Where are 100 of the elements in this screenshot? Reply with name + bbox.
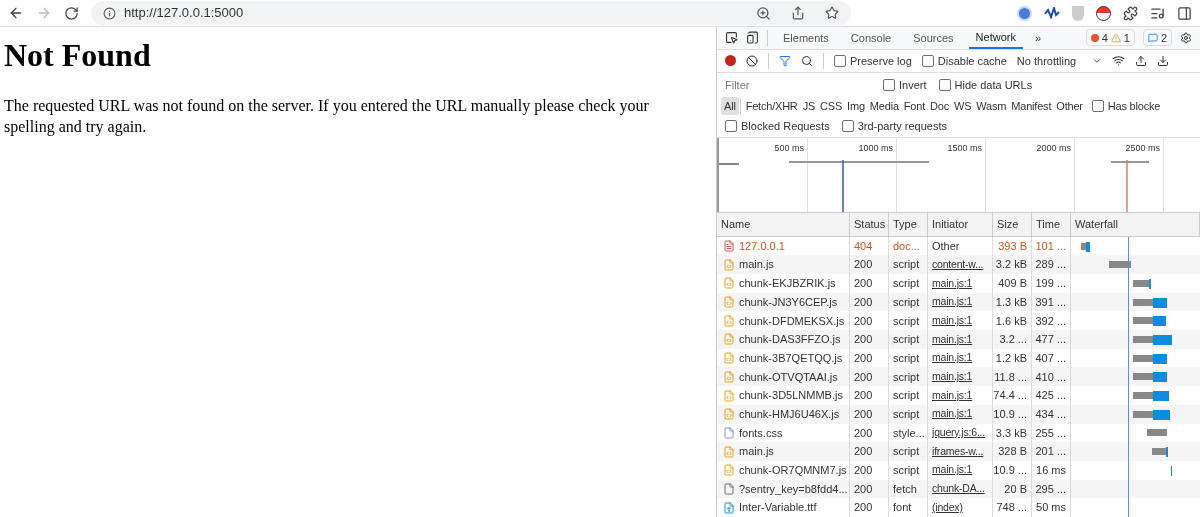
- devtools-tab[interactable]: Sources: [906, 27, 961, 49]
- type-filter[interactable]: Doc: [930, 97, 949, 115]
- message-count: 2: [1160, 30, 1167, 46]
- request-name[interactable]: main.js: [739, 443, 774, 460]
- upload-icon[interactable]: [1135, 54, 1148, 67]
- side-panel-icon[interactable]: [1177, 5, 1192, 21]
- column-header[interactable]: Initiator: [928, 212, 993, 236]
- initiator-link[interactable]: iframes-w...: [932, 443, 984, 460]
- bookmark-star-icon[interactable]: [825, 6, 839, 20]
- type-filter[interactable]: Other: [1056, 97, 1083, 115]
- initiator-link[interactable]: content-w...: [932, 256, 984, 273]
- checkbox[interactable]: [1091, 99, 1104, 112]
- initiator-link[interactable]: main.js:1: [932, 312, 973, 329]
- filter-icon[interactable]: [779, 54, 791, 67]
- checkbox[interactable]: [921, 54, 934, 67]
- initiator-link[interactable]: (index): [932, 499, 963, 516]
- extensions-icon[interactable]: [1123, 5, 1138, 21]
- checkbox[interactable]: [725, 120, 737, 133]
- checkbox[interactable]: [834, 54, 846, 67]
- inspect-icon[interactable]: [725, 31, 738, 45]
- download-icon[interactable]: [1157, 54, 1170, 67]
- initiator-link[interactable]: main.js:1: [932, 387, 973, 404]
- issues-counter[interactable]: 4 1: [1085, 29, 1135, 47]
- request-name[interactable]: chunk-OTVQTAAI.js: [739, 368, 838, 386]
- column-header[interactable]: Size: [993, 212, 1032, 236]
- type-filter[interactable]: CSS: [820, 97, 843, 115]
- page-message: The requested URL was not found on the server. If you entered the URL manually please check your spelling and try again.: [4, 96, 650, 137]
- request-name[interactable]: chunk-OR7QMNM7.js: [739, 462, 847, 479]
- clear-icon[interactable]: [746, 54, 758, 67]
- type-filter[interactable]: Font: [903, 97, 926, 115]
- more-tabs-button[interactable]: »: [1030, 29, 1046, 46]
- column-header[interactable]: Waterfall: [1071, 212, 1200, 236]
- column-header[interactable]: Type: [889, 212, 928, 236]
- address-bar[interactable]: http://127.0.0.1:5000: [91, 1, 851, 25]
- request-name[interactable]: chunk-3B7QETQQ.js: [739, 349, 843, 367]
- initiator-link[interactable]: jquery.js:6...: [932, 425, 986, 441]
- request-name[interactable]: main.js: [739, 256, 774, 273]
- request-name[interactable]: chunk-HMJ6U46X.js: [739, 405, 840, 423]
- status-cell: 200: [850, 330, 889, 349]
- initiator-link[interactable]: main.js:1: [932, 331, 973, 348]
- type-filter[interactable]: Manifest: [1011, 97, 1052, 115]
- initiator-link[interactable]: main.js:1: [932, 368, 973, 385]
- request-name[interactable]: ?sentry_key=b8fdd4...: [739, 480, 848, 498]
- settings-icon[interactable]: [1180, 31, 1192, 44]
- request-name[interactable]: chunk-JN3Y6CEP.js: [739, 293, 838, 311]
- status-cell: 200: [850, 460, 889, 480]
- initiator-link[interactable]: main.js:1: [932, 275, 973, 292]
- share-icon[interactable]: [791, 6, 805, 20]
- checkbox[interactable]: [841, 120, 854, 133]
- type-filter[interactable]: JS: [802, 97, 816, 115]
- type-filter[interactable]: WS: [954, 97, 972, 115]
- initiator-link[interactable]: main.js:1: [932, 462, 973, 479]
- wave-icon[interactable]: [1044, 7, 1060, 19]
- throttling-select[interactable]: No throttling: [1016, 52, 1103, 70]
- initiator-link[interactable]: main.js:1: [932, 406, 973, 423]
- back-icon[interactable]: [8, 5, 24, 21]
- request-name[interactable]: fonts.css: [739, 424, 783, 442]
- type-filter[interactable]: Fetch/XHR: [745, 97, 798, 115]
- request-name[interactable]: chunk-3D5LNMMB.js: [739, 387, 843, 404]
- time-cell: 425 ...: [1032, 386, 1071, 405]
- zoom-icon[interactable]: [756, 5, 771, 21]
- checkbox[interactable]: [883, 79, 895, 92]
- time-cell: 201 ...: [1032, 442, 1071, 461]
- column-header[interactable]: Name: [717, 212, 850, 236]
- request-name[interactable]: chunk-EKJBZRIK.js: [739, 275, 836, 292]
- initiator-link[interactable]: chunk-DA...: [932, 481, 985, 497]
- time-cell: 50 ms: [1032, 498, 1071, 517]
- url-text: http://127.0.0.1:5000: [124, 4, 244, 23]
- extension-icon[interactable]: [1017, 5, 1032, 21]
- request-name[interactable]: chunk-DAS3FFZO.js: [739, 331, 841, 348]
- messages-counter[interactable]: 2: [1142, 29, 1172, 47]
- request-row[interactable]: chunk-OTVQTAAI.js 200 script main.js:1 11.8 ... 410 ...: [717, 367, 1200, 387]
- request-row[interactable]: main.js 200 script iframes-w... 328 B 201 ...: [717, 442, 1200, 461]
- time-cell: 199 ...: [1032, 274, 1071, 293]
- request-name[interactable]: 127.0.0.1: [739, 237, 785, 255]
- column-header[interactable]: Status: [850, 212, 889, 236]
- device-toolbar-icon[interactable]: [746, 31, 759, 45]
- initiator-link[interactable]: main.js:1: [932, 350, 973, 366]
- search-icon[interactable]: [801, 54, 813, 67]
- network-conditions-icon[interactable]: [1112, 54, 1126, 68]
- request-row[interactable]: main.js 200 script content-w... 3.2 kB 289 ...: [717, 255, 1200, 275]
- reload-icon[interactable]: [64, 5, 79, 21]
- request-name[interactable]: chunk-DFDMEKSX.js: [739, 312, 845, 329]
- column-header[interactable]: Time: [1032, 212, 1071, 236]
- initiator-link[interactable]: main.js:1: [932, 294, 973, 310]
- devtools-tab[interactable]: Network: [968, 27, 1023, 49]
- request-row[interactable]: chunk-DAS3FFZO.js 200 script main.js:1 3.2 ... 477 ...: [717, 330, 1200, 349]
- media-icon[interactable]: [1150, 5, 1165, 21]
- type-filter[interactable]: Wasm: [976, 97, 1007, 115]
- checkbox[interactable]: [938, 79, 951, 92]
- request-name[interactable]: Inter-Variable.ttf: [739, 499, 817, 516]
- waterfall-bar: [1109, 261, 1131, 269]
- time-tick: 1000 ms: [858, 141, 893, 155]
- record-button[interactable]: [725, 55, 736, 67]
- type-filter[interactable]: Img: [847, 97, 865, 115]
- devtools-tab[interactable]: Elements: [776, 27, 836, 49]
- type-filter[interactable]: Media: [869, 97, 899, 115]
- type-filter[interactable]: All: [721, 96, 739, 116]
- info-icon: [103, 6, 116, 20]
- devtools-tab[interactable]: Console: [843, 27, 899, 49]
